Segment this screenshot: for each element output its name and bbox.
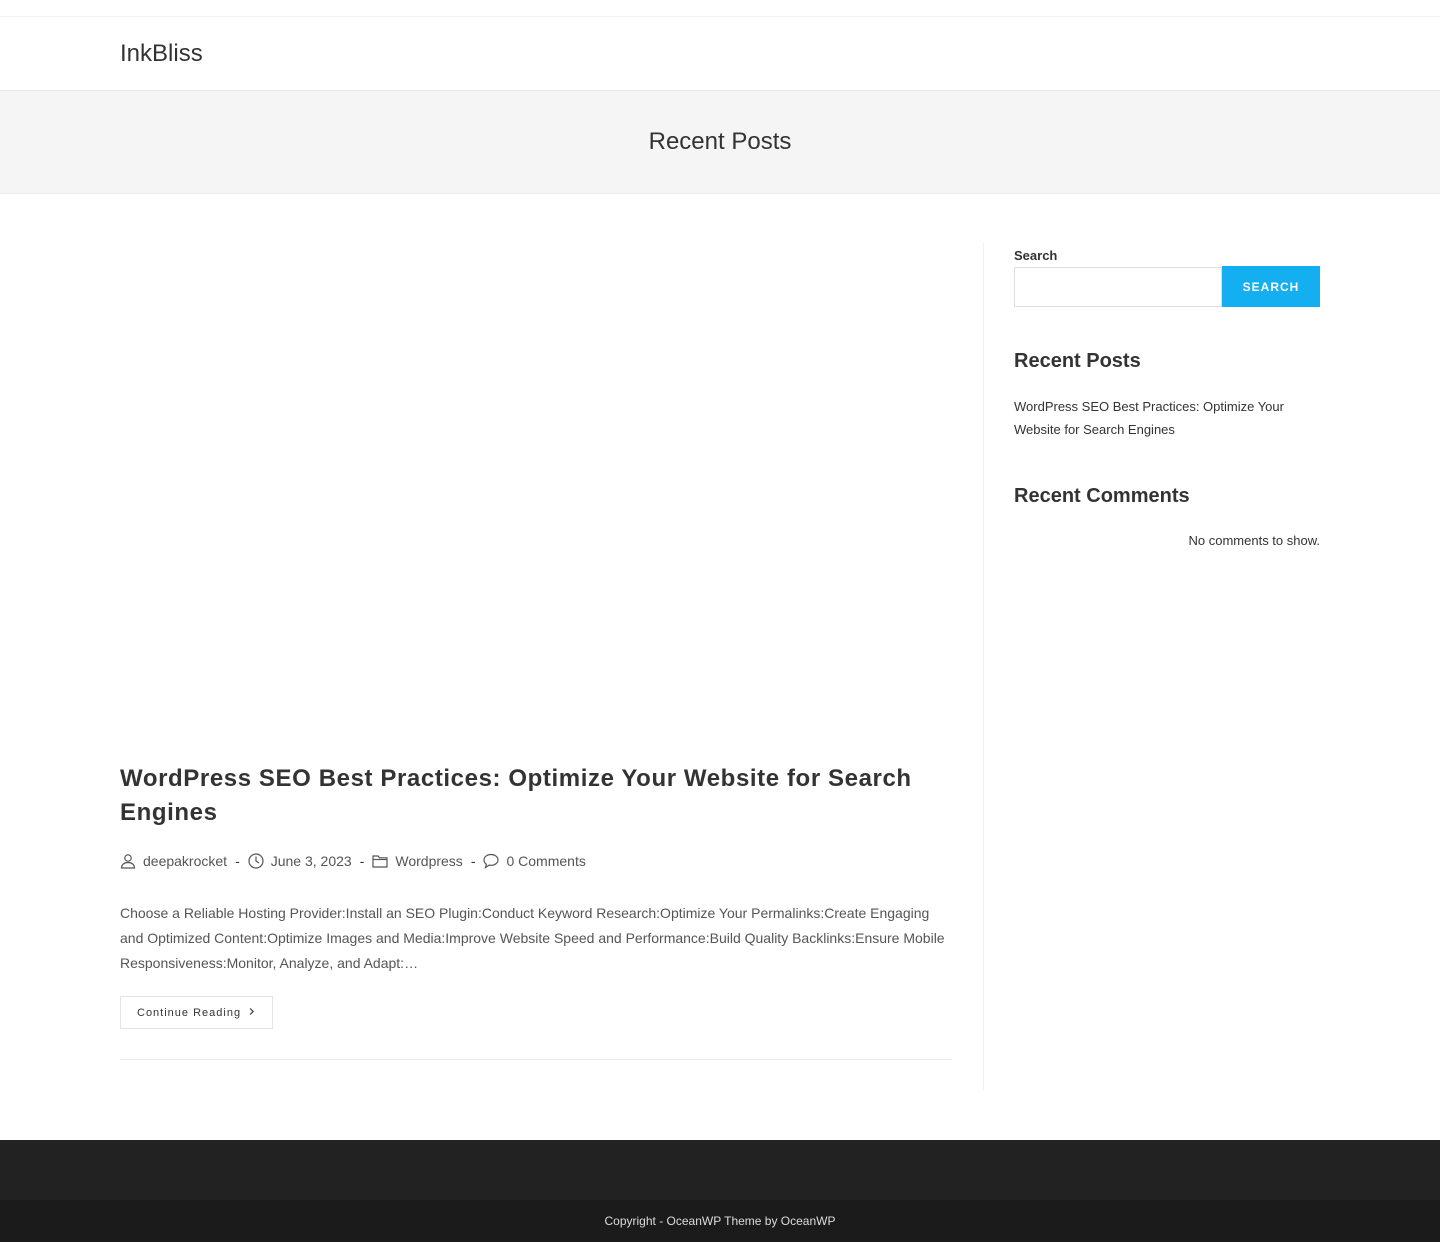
page-title: Recent Posts — [648, 128, 792, 155]
post-excerpt: Choose a Reliable Hosting Provider:Insta… — [120, 905, 945, 971]
continue-reading-button[interactable]: Continue Reading — [120, 996, 273, 1029]
recent-post-link[interactable]: WordPress SEO Best Practices: Optimize Y… — [1014, 395, 1320, 441]
footer-widgets — [0, 1140, 1440, 1200]
comment-icon — [483, 853, 500, 869]
site-logo[interactable]: InkBliss — [120, 40, 203, 68]
footer-bottom: Copyright - OceanWP Theme by OceanWP — [0, 1200, 1440, 1242]
chevron-right-icon — [249, 1007, 255, 1019]
clock-icon — [248, 853, 264, 869]
copyright-text: Copyright - OceanWP Theme by OceanWP — [604, 1214, 836, 1228]
continue-reading-label: Continue Reading — [137, 1006, 242, 1019]
post-author[interactable]: deepakrocket — [143, 853, 227, 869]
page-header: Recent Posts — [0, 91, 1440, 194]
post-title[interactable]: WordPress SEO Best Practices: Optimize Y… — [120, 762, 952, 830]
meta-separator: - — [359, 853, 365, 869]
meta-separator: - — [470, 853, 476, 869]
search-label: Search — [1014, 248, 1058, 263]
recent-comments-title: Recent Comments — [1014, 485, 1190, 507]
recent-posts-title: Recent Posts — [1014, 350, 1141, 372]
post-divider — [120, 1059, 952, 1060]
post-date: June 3, 2023 — [270, 853, 352, 869]
meta-separator: - — [235, 853, 240, 869]
post-meta: deepakrocket - June 3, 2023 - Wordpress … — [120, 850, 586, 872]
no-comments-text: No comments to show. — [1188, 533, 1321, 548]
sidebar-divider — [983, 243, 984, 1091]
search-input[interactable] — [1014, 267, 1222, 307]
search-button[interactable]: SEARCH — [1222, 266, 1320, 307]
top-bar — [0, 0, 1440, 17]
post-comments-link[interactable]: 0 Comments — [506, 853, 585, 869]
site-header: InkBliss — [0, 17, 1440, 91]
post-category[interactable]: Wordpress — [395, 853, 462, 869]
post-list: WordPress SEO Best Practices: Optimize Y… — [120, 243, 952, 1060]
user-icon — [120, 853, 136, 869]
folder-icon — [372, 853, 388, 869]
featured-image[interactable] — [120, 243, 952, 723]
